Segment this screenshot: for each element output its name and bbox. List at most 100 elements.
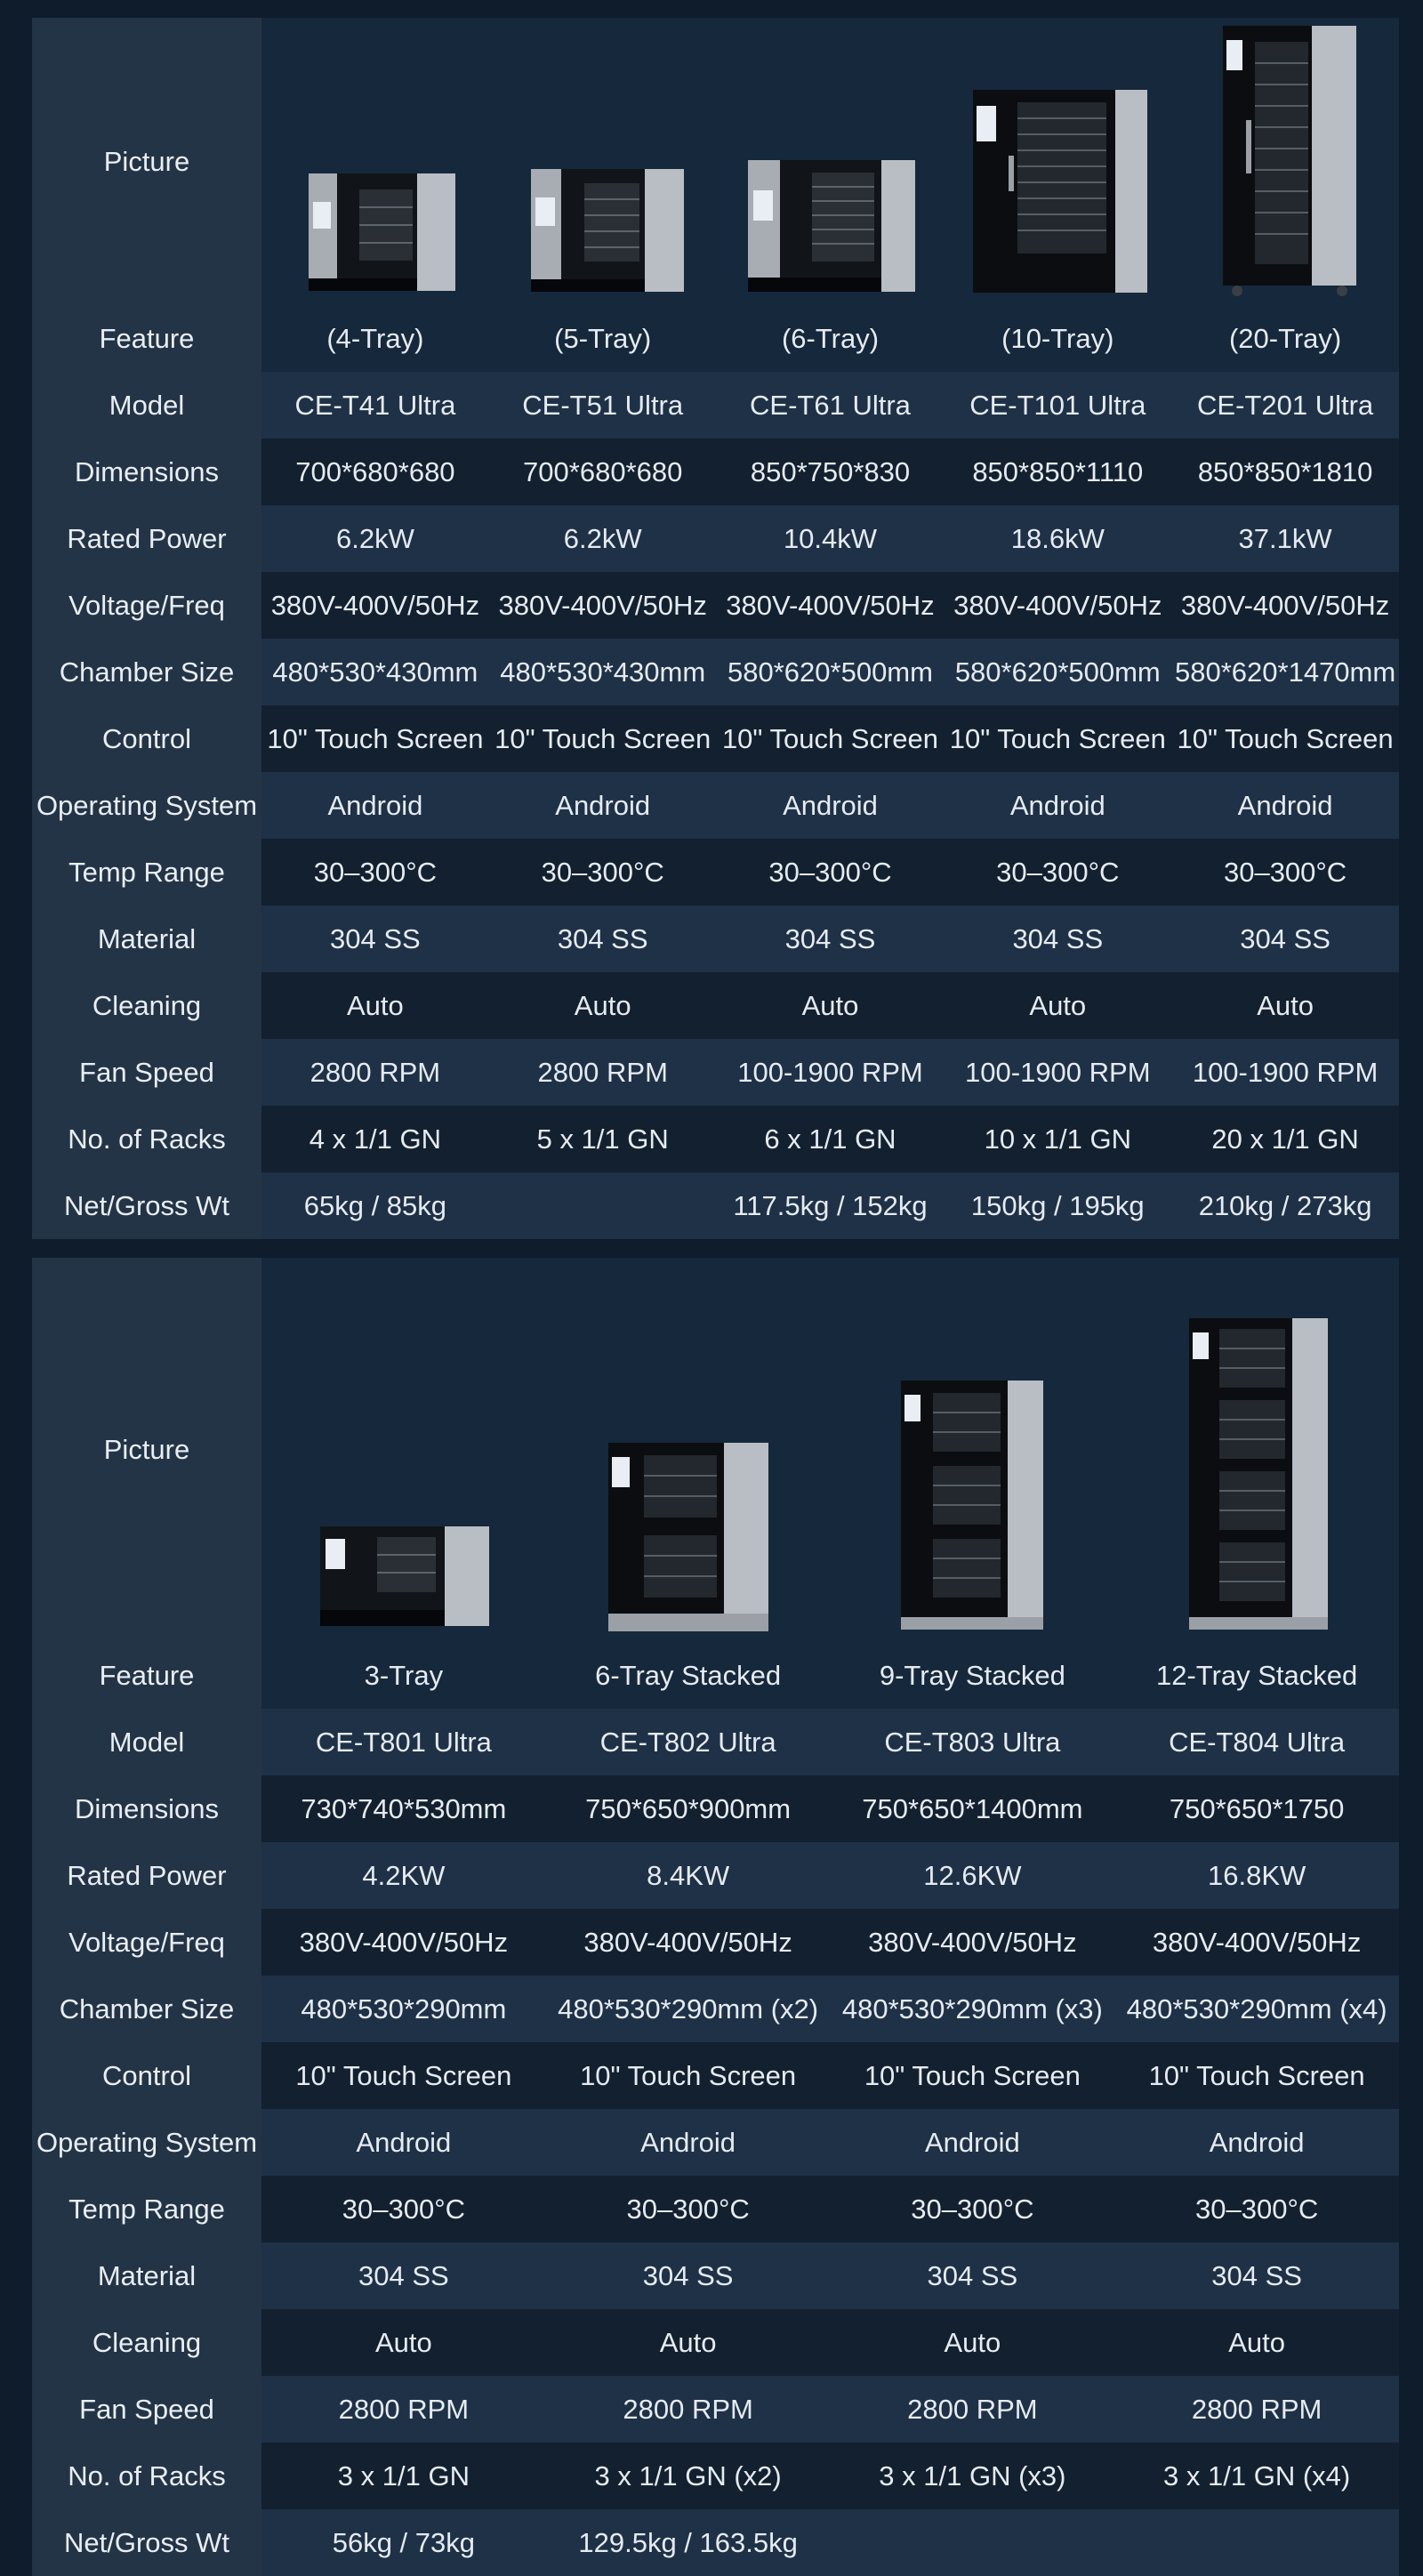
fan-speed-cell: 2800 RPM — [488, 1039, 717, 1106]
racks-cell: 3 x 1/1 GN (x4) — [1114, 2443, 1399, 2509]
oven-image-cell — [1114, 1258, 1399, 1642]
feature-row: Feature 3-Tray 6-Tray Stacked 9-Tray Sta… — [32, 1642, 1399, 1709]
model-cell: CE-T803 Ultra — [830, 1709, 1115, 1775]
model-row: Model CE-T41 Ultra CE-T51 Ultra CE-T61 U… — [32, 372, 1399, 439]
combi-oven-10-tray-image — [973, 90, 1148, 293]
feature-row: Feature (4-Tray) (5-Tray) (6-Tray) (10-T… — [32, 305, 1399, 372]
cleaning-cell: Auto — [1171, 972, 1399, 1039]
racks-cell: 4 x 1/1 GN — [261, 1106, 489, 1172]
voltage-cell: 380V-400V/50Hz — [1114, 1909, 1399, 1976]
material-cell: 304 SS — [944, 906, 1172, 972]
os-cell: Android — [830, 2109, 1115, 2176]
rated-power-cell: 16.8KW — [1114, 1842, 1399, 1909]
os-cell: Android — [944, 772, 1172, 839]
model-cell: CE-T61 Ultra — [716, 372, 945, 439]
cleaning-cell: Auto — [261, 972, 489, 1039]
dimensions-row: Dimensions 730*740*530mm 750*650*900mm 7… — [32, 1775, 1399, 1842]
row-label-feature: Feature — [32, 1642, 261, 1709]
weight-cell: 150kg / 195kg — [944, 1172, 1172, 1239]
model-cell: CE-T201 Ultra — [1171, 372, 1399, 439]
chamber-size-cell: 480*530*430mm — [261, 639, 489, 705]
chamber-size-cell: 480*530*290mm (x2) — [545, 1976, 831, 2042]
racks-cell: 3 x 1/1 GN (x2) — [545, 2443, 831, 2509]
spec-table-stacked: Picture Feature 3-Tray 6-Tray Stacked 9-… — [32, 1258, 1399, 2576]
control-cell: 10" Touch Screen — [488, 705, 717, 772]
control-cell: 10" Touch Screen — [1114, 2042, 1399, 2109]
dimensions-row: Dimensions 700*680*680 700*680*680 850*7… — [32, 439, 1399, 505]
row-label-weight: Net/Gross Wt — [32, 1172, 261, 1239]
spec-table-standard: Picture Feature (4-Tray) (5-Tray) (6-Tra… — [32, 18, 1399, 1239]
fan-speed-row: Fan Speed 2800 RPM 2800 RPM 2800 RPM 280… — [32, 2376, 1399, 2443]
dimensions-cell: 750*650*900mm — [545, 1775, 831, 1842]
os-cell: Android — [261, 2109, 546, 2176]
chamber-size-cell: 580*620*1470mm — [1171, 639, 1399, 705]
cleaning-row: Cleaning Auto Auto Auto Auto — [32, 2309, 1399, 2376]
racks-row: No. of Racks 3 x 1/1 GN 3 x 1/1 GN (x2) … — [32, 2443, 1399, 2509]
fan-speed-cell: 100-1900 RPM — [716, 1039, 945, 1106]
temp-range-cell: 30–300°C — [1114, 2176, 1399, 2242]
rated-power-row: Rated Power 4.2KW 8.4KW 12.6KW 16.8KW — [32, 1842, 1399, 1909]
oven-image-cell — [1171, 18, 1399, 305]
dimensions-cell: 730*740*530mm — [261, 1775, 546, 1842]
control-cell: 10" Touch Screen — [261, 705, 489, 772]
model-cell: CE-T801 Ultra — [261, 1709, 546, 1775]
row-label-picture: Picture — [32, 1258, 261, 1642]
row-label-fan-speed: Fan Speed — [32, 2376, 261, 2443]
weight-row: Net/Gross Wt 56kg / 73kg 129.5kg / 163.5… — [32, 2509, 1399, 2576]
material-cell: 304 SS — [716, 906, 945, 972]
temp-range-cell: 30–300°C — [261, 2176, 546, 2242]
weight-cell: 210kg / 273kg — [1171, 1172, 1399, 1239]
dimensions-cell: 850*850*1110 — [944, 439, 1172, 505]
fan-speed-row: Fan Speed 2800 RPM 2800 RPM 100-1900 RPM… — [32, 1039, 1399, 1106]
temp-range-cell: 30–300°C — [944, 839, 1172, 906]
row-label-temp-range: Temp Range — [32, 2176, 261, 2242]
rated-power-cell: 4.2KW — [261, 1842, 546, 1909]
cleaning-cell: Auto — [944, 972, 1172, 1039]
feature-cell: 12-Tray Stacked — [1114, 1642, 1399, 1709]
fan-speed-cell: 2800 RPM — [830, 2376, 1115, 2443]
dimensions-cell: 750*650*1400mm — [830, 1775, 1115, 1842]
model-cell: CE-T41 Ultra — [261, 372, 489, 439]
cleaning-cell: Auto — [830, 2309, 1115, 2376]
model-cell: CE-T51 Ultra — [488, 372, 717, 439]
control-cell: 10" Touch Screen — [830, 2042, 1115, 2109]
material-cell: 304 SS — [1114, 2242, 1399, 2309]
voltage-cell: 380V-400V/50Hz — [830, 1909, 1115, 1976]
oven-image-cell — [261, 1258, 546, 1642]
feature-cell: (6-Tray) — [716, 305, 945, 372]
row-label-material: Material — [32, 906, 261, 972]
control-cell: 10" Touch Screen — [545, 2042, 831, 2109]
voltage-cell: 380V-400V/50Hz — [716, 572, 945, 639]
combi-oven-12-tray-stacked-image — [1189, 1318, 1329, 1630]
row-label-os: Operating System — [32, 772, 261, 839]
material-cell: 304 SS — [488, 906, 717, 972]
model-cell: CE-T101 Ultra — [944, 372, 1172, 439]
model-row: Model CE-T801 Ultra CE-T802 Ultra CE-T80… — [32, 1709, 1399, 1775]
voltage-cell: 380V-400V/50Hz — [261, 1909, 546, 1976]
feature-cell: (10-Tray) — [944, 305, 1172, 372]
os-cell: Android — [261, 772, 489, 839]
row-label-dimensions: Dimensions — [32, 439, 261, 505]
oven-image-cell — [716, 18, 945, 305]
rated-power-cell: 10.4kW — [716, 505, 945, 572]
rated-power-cell: 6.2kW — [261, 505, 489, 572]
voltage-cell: 380V-400V/50Hz — [1171, 572, 1399, 639]
temp-range-cell: 30–300°C — [1171, 839, 1399, 906]
cleaning-cell: Auto — [261, 2309, 546, 2376]
cleaning-row: Cleaning Auto Auto Auto Auto Auto — [32, 972, 1399, 1039]
row-label-rated-power: Rated Power — [32, 1842, 261, 1909]
material-cell: 304 SS — [830, 2242, 1115, 2309]
row-label-weight: Net/Gross Wt — [32, 2509, 261, 2576]
combi-oven-9-tray-stacked-image — [901, 1381, 1044, 1630]
temp-range-cell: 30–300°C — [488, 839, 717, 906]
racks-cell: 3 x 1/1 GN (x3) — [830, 2443, 1115, 2509]
os-cell: Android — [545, 2109, 831, 2176]
control-row: Control 10" Touch Screen 10" Touch Scree… — [32, 705, 1399, 772]
fan-speed-cell: 2800 RPM — [545, 2376, 831, 2443]
row-label-rated-power: Rated Power — [32, 505, 261, 572]
fan-speed-cell: 2800 RPM — [261, 2376, 546, 2443]
weight-cell — [488, 1172, 717, 1239]
voltage-cell: 380V-400V/50Hz — [261, 572, 489, 639]
oven-image-cell — [830, 1258, 1115, 1642]
temp-range-cell: 30–300°C — [261, 839, 489, 906]
